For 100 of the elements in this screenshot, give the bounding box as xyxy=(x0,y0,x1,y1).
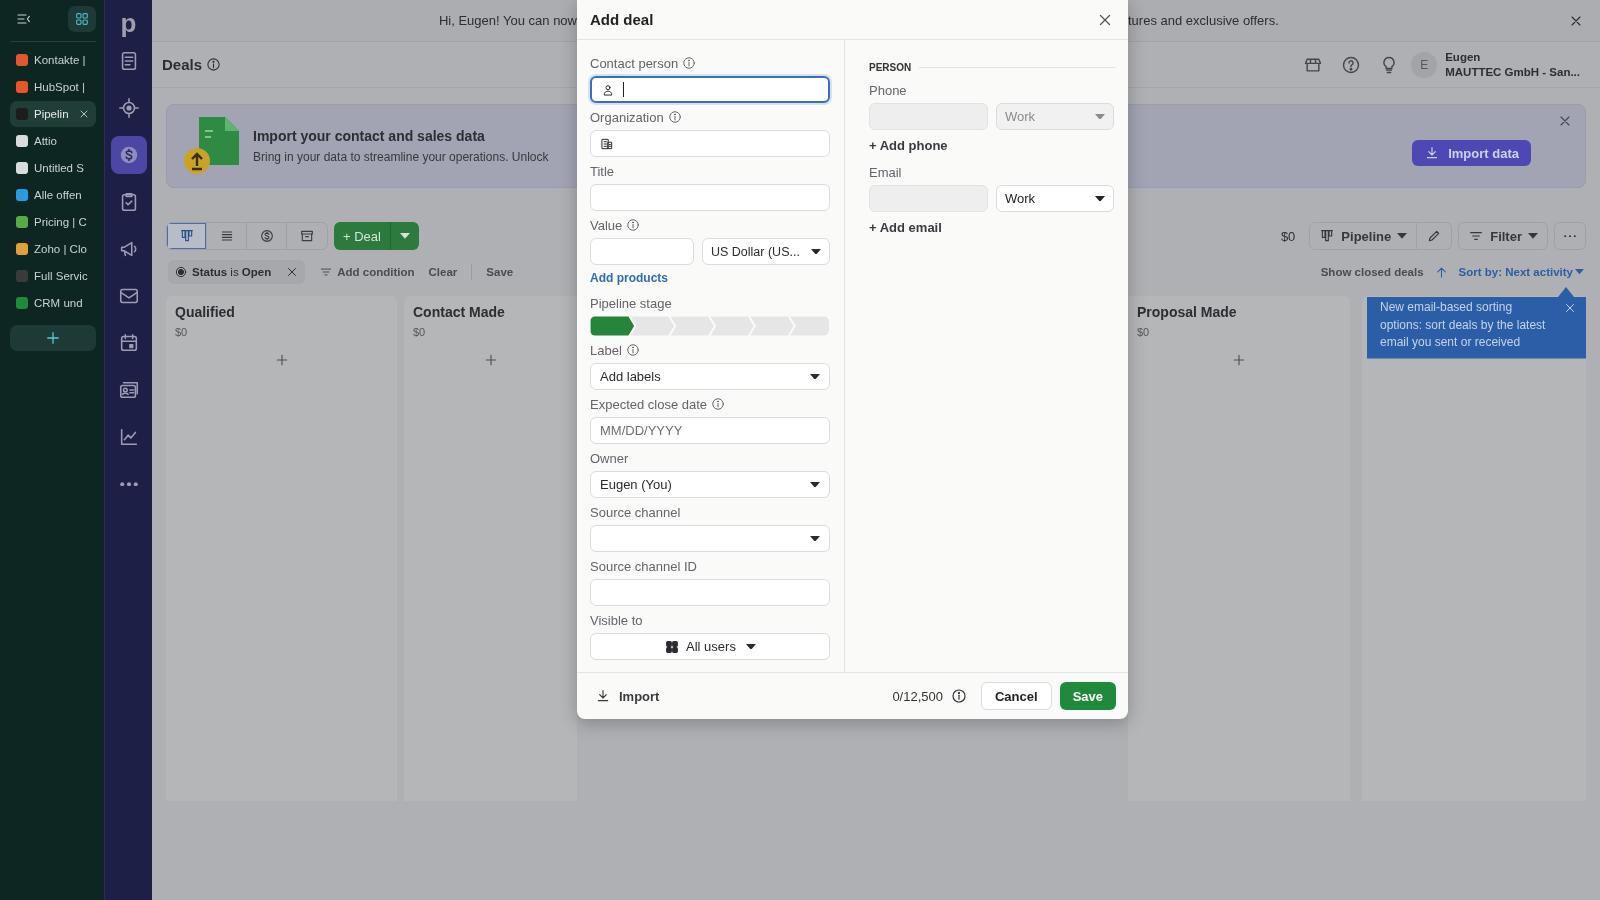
page-title: Deals xyxy=(162,56,203,73)
text-field[interactable] xyxy=(869,103,988,130)
caret-icon xyxy=(811,248,821,255)
dropdown-select[interactable]: Add labels xyxy=(590,363,830,390)
field-label: Value xyxy=(590,217,623,233)
column-total: $0 xyxy=(413,326,427,338)
filter-icon xyxy=(319,265,334,279)
text-field[interactable] xyxy=(590,184,830,211)
archive-icon xyxy=(299,228,315,244)
plus-icon xyxy=(1231,352,1247,368)
field-label: Phone xyxy=(869,83,908,98)
field-label: Email xyxy=(869,165,903,180)
contact-card-icon xyxy=(117,379,140,401)
visibility-select[interactable]: All users xyxy=(590,633,830,660)
grid-icon xyxy=(664,638,681,655)
caret-icon xyxy=(810,535,820,542)
show-closed-deals-button[interactable]: Show closed deals xyxy=(1320,266,1424,278)
person-icon xyxy=(601,82,615,97)
field-label: Source channel ID xyxy=(590,558,697,574)
column-title: Proposal Made xyxy=(1137,304,1238,320)
field-label: Pipeline stage xyxy=(590,295,672,311)
field-label: Expected close date xyxy=(590,396,708,412)
text-field[interactable] xyxy=(869,185,988,212)
column-title: Qualified xyxy=(175,304,236,320)
user-name: Eugen xyxy=(1445,49,1482,65)
pipeline-total: $0 xyxy=(1280,228,1296,244)
announcement-text: Hi, Eugen! You can now xyxy=(438,13,577,28)
more-icon xyxy=(1564,234,1576,238)
caret-icon xyxy=(1528,233,1538,239)
add-products-link[interactable]: Add products xyxy=(590,271,668,285)
browser-tab[interactable]: Full Servic xyxy=(10,263,96,289)
collapse-sidebar-icon[interactable] xyxy=(16,11,32,27)
more-icon xyxy=(119,481,138,487)
target-icon xyxy=(117,97,140,119)
forecast-icon xyxy=(258,228,275,244)
currency-select[interactable]: US Dollar (US... xyxy=(702,238,830,265)
edit-pipeline-button[interactable] xyxy=(1417,222,1453,250)
field-label: Visible to xyxy=(590,612,643,628)
browser-tab[interactable]: Pipelin xyxy=(10,101,96,127)
browser-tab[interactable]: Untitled S xyxy=(10,155,96,181)
nav-button[interactable] xyxy=(110,136,147,174)
radio-icon xyxy=(174,265,188,279)
stage-segment[interactable] xyxy=(590,316,636,336)
grid-icon xyxy=(74,11,90,27)
clear-button[interactable]: Clear xyxy=(428,266,458,278)
section-heading: PERSON xyxy=(869,62,912,73)
value-field[interactable] xyxy=(590,238,694,265)
building-icon xyxy=(600,136,614,151)
field-label: Label xyxy=(590,342,622,358)
close-icon[interactable] xyxy=(78,108,90,120)
app-logo[interactable]: p xyxy=(120,4,137,42)
view-button[interactable] xyxy=(167,223,207,249)
browser-tab[interactable]: CRM und xyxy=(10,290,96,316)
column-total: $0 xyxy=(175,326,189,338)
import-button[interactable]: Import xyxy=(595,688,660,704)
field-label: Organization xyxy=(590,109,664,125)
text-field[interactable] xyxy=(590,579,830,606)
save-button[interactable]: Save xyxy=(1059,682,1116,710)
import-data-button[interactable]: Import data xyxy=(1412,140,1531,166)
announcement-text: tures and exclusive offers. xyxy=(1128,13,1279,28)
text-cursor xyxy=(623,82,624,97)
browser-tab[interactable]: Kontakte | xyxy=(10,47,96,73)
dropdown-select[interactable]: Eugen (You) xyxy=(590,471,830,498)
contact-person-field[interactable] xyxy=(590,76,830,103)
stage-segment[interactable] xyxy=(628,316,676,336)
browser-tab[interactable]: Pricing | C xyxy=(10,209,96,235)
field-label: Owner xyxy=(590,450,629,466)
close-icon[interactable] xyxy=(1563,301,1577,315)
browser-tab[interactable]: Attio xyxy=(10,128,96,154)
organization-field[interactable] xyxy=(590,130,830,157)
add-link[interactable]: + Add email xyxy=(869,220,942,235)
browser-tab[interactable]: Zoho | Clo xyxy=(10,236,96,262)
column-title: Contact Made xyxy=(413,304,506,320)
caret-icon xyxy=(1575,269,1584,275)
info-icon xyxy=(206,57,222,72)
filter-chip[interactable]: Status is Open xyxy=(168,260,306,284)
tab-overview-button[interactable] xyxy=(68,6,96,32)
cancel-button[interactable]: Cancel xyxy=(981,682,1052,710)
help-icon[interactable] xyxy=(1341,54,1362,75)
text-field[interactable]: MM/DD/YYYY xyxy=(590,417,830,444)
type-select[interactable]: Work xyxy=(996,185,1114,212)
add-condition-button[interactable]: Add condition xyxy=(319,265,415,279)
character-counter: 0/12,500 xyxy=(892,688,943,704)
pipeline-select[interactable]: Pipeline xyxy=(1309,222,1418,250)
banner-title: Import your contact and sales data xyxy=(253,128,486,144)
caret-icon xyxy=(745,643,756,650)
browser-tab[interactable]: Alle offen xyxy=(10,182,96,208)
field-label: Title xyxy=(590,163,615,179)
banner-text: Bring in your data to streamline your operations. Unlock xyxy=(253,150,549,164)
column-total: $0 xyxy=(1137,326,1151,338)
browser-tab[interactable]: HubSpot | xyxy=(10,74,96,100)
tooltip-text: New email-based sorting options: sort deals by the latest email you sent or received xyxy=(1380,300,1546,349)
save-filter-button[interactable]: Save xyxy=(486,266,514,278)
caret-icon xyxy=(1397,233,1408,239)
caret-icon xyxy=(399,233,410,239)
board-icon xyxy=(178,228,195,244)
dialog-title: Add deal xyxy=(590,11,654,28)
caret-icon xyxy=(810,373,820,380)
import-illustration-drawing xyxy=(183,117,239,175)
filter-button[interactable]: Filter xyxy=(1458,222,1548,250)
